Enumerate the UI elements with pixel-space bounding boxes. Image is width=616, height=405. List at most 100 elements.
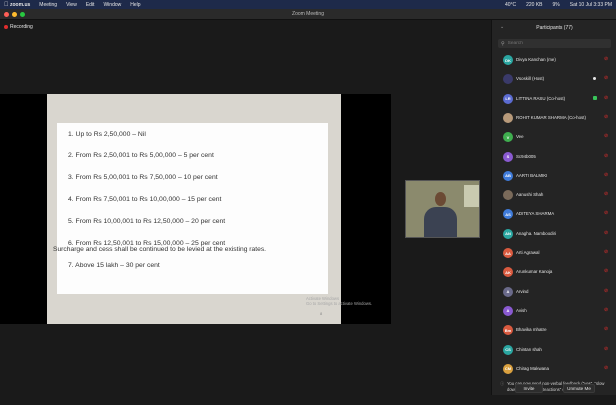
- mic-muted-icon: ⊘: [604, 94, 609, 101]
- window-title: Zoom Meeting: [292, 11, 324, 17]
- participant-avatar: CM: [503, 363, 513, 374]
- recording-indicator[interactable]: Recording: [4, 24, 33, 30]
- participants-footer: Invite Unmute Me: [491, 383, 616, 395]
- participant-row[interactable]: A Arvind ⊘: [492, 285, 616, 299]
- screen-share-view: 1. Up to Rs 2,50,000 – Nil 2. From Rs 2,…: [0, 94, 391, 324]
- video-on-icon: [593, 95, 597, 100]
- participant-name: LITTINA RASU (Co-host): [516, 95, 566, 101]
- recording-dot-icon: [4, 25, 8, 29]
- participant-row[interactable]: LR LITTINA RASU (Co-host) ⊘: [492, 92, 616, 106]
- participants-title: Participants (77): [536, 25, 573, 31]
- mic-muted-icon: ⊘: [604, 113, 609, 120]
- participant-row[interactable]: CM Chirag Makwana ⊘: [492, 362, 616, 376]
- participant-status-icons: ⊘: [604, 153, 608, 159]
- mic-muted-icon: ⊘: [604, 287, 609, 294]
- participant-row[interactable]: A Avish ⊘: [492, 304, 616, 318]
- tax-slab-5: 5. From Rs 10,00,001 to Rs 12,50,000 – 2…: [68, 218, 226, 225]
- participant-row[interactable]: S Sc94b005 ⊘: [492, 150, 616, 164]
- menu-status-area: 40°C 220 KB 9% Sat 10 Jul 3:33 PM: [495, 2, 612, 8]
- participant-status-icons: ⊘: [604, 191, 608, 197]
- participant-row[interactable]: Vsoskill (Host) ⊘: [492, 72, 616, 86]
- participant-avatar: S: [503, 151, 513, 162]
- mic-muted-icon: ⊘: [604, 345, 609, 352]
- search-icon: ⚲: [501, 40, 505, 47]
- participant-name: Divya Kanchan (me): [516, 57, 556, 62]
- mic-muted-icon: ⊘: [604, 75, 609, 82]
- participant-search[interactable]: ⚲: [498, 39, 611, 48]
- menu-edit[interactable]: Edit: [86, 2, 95, 8]
- participant-row[interactable]: AA Arti Agrawal ⊘: [492, 246, 616, 260]
- mic-muted-icon: ⊘: [604, 56, 609, 62]
- activate-windows-hint: Go to Settings to activate Windows.: [306, 301, 373, 306]
- participant-status-icons: ⊘: [604, 210, 608, 216]
- participant-row[interactable]: ROHIT KUMAR SHARMA (Co-host) ⊘: [492, 111, 616, 125]
- menu-bar:  zoom.us Meeting View Edit Window Help …: [0, 0, 616, 9]
- mic-muted-icon: ⊘: [604, 171, 609, 178]
- participant-row[interactable]: CS Chintan shah ⊘: [492, 343, 616, 357]
- slide-content: 1. Up to Rs 2,50,000 – Nil 2. From Rs 2,…: [57, 123, 328, 294]
- mic-muted-icon: ⊘: [604, 191, 609, 198]
- participant-avatar: AB: [503, 170, 513, 181]
- participant-row[interactable]: AS ADITEYA SHARMA ⊘: [492, 207, 616, 221]
- participant-name: AARTI BALMIKI: [516, 172, 548, 178]
- collapse-panel-icon[interactable]: ⌄: [500, 24, 504, 30]
- participant-name: Bhavika mhatre: [516, 327, 547, 333]
- participant-name: Arvind: [516, 288, 529, 294]
- speaker-body: [424, 207, 457, 237]
- participant-row[interactable]: DK Divya Kanchan (me) ⊘: [492, 53, 616, 67]
- participant-status-icons: ⊘: [604, 95, 608, 101]
- mic-muted-icon: ⊘: [604, 229, 609, 236]
- speaking-indicator-icon: [593, 77, 596, 81]
- tax-slab-4: 4. From Rs 7,50,001 to Rs 10,00,000 – 15…: [68, 196, 222, 203]
- participant-avatar: A: [503, 305, 513, 316]
- network-status[interactable]: 220 KB: [526, 2, 542, 8]
- video-window: [464, 185, 479, 207]
- participant-name: Arti Agrawal: [516, 250, 540, 255]
- menu-window[interactable]: Window: [103, 2, 121, 8]
- participant-name: Arunkumar Kanoja: [516, 269, 553, 275]
- participant-name: Chintan shah: [516, 346, 542, 352]
- participant-row[interactable]: Aanushi Shah ⊘: [492, 188, 616, 202]
- menu-help[interactable]: Help: [130, 2, 140, 8]
- participant-avatar: DK: [503, 55, 513, 65]
- mic-muted-icon: ⊘: [604, 210, 609, 217]
- participant-avatar: [503, 112, 513, 123]
- participant-name: Chirag Makwana: [516, 365, 549, 371]
- participant-avatar: Bm: [503, 325, 513, 336]
- invite-button[interactable]: Invite: [515, 384, 543, 393]
- slide-page-number: 8: [320, 311, 323, 316]
- menu-meeting[interactable]: Meeting: [39, 2, 57, 8]
- tax-slab-1: 1. Up to Rs 2,50,000 – Nil: [68, 131, 146, 138]
- participant-status-icons: ⊘: [604, 326, 608, 332]
- unmute-me-button[interactable]: Unmute Me: [563, 384, 595, 393]
- mic-muted-icon: ⊘: [604, 249, 609, 255]
- mic-muted-icon: ⊘: [604, 133, 609, 140]
- participant-row[interactable]: V Vee ⊘: [492, 130, 616, 144]
- speaker-video-thumbnail[interactable]: [405, 180, 480, 238]
- participant-status-icons: ⊘: [604, 365, 608, 371]
- participant-name: Anagha. Namboodiri: [516, 230, 557, 236]
- temperature-status[interactable]: 40°C: [505, 2, 516, 8]
- speaker-head: [435, 192, 446, 206]
- participant-status-icons: ⊘: [604, 133, 608, 139]
- menu-zoom-us[interactable]: zoom.us: [10, 2, 30, 8]
- participant-avatar: AK: [503, 267, 513, 278]
- participant-status-icons: ⊘: [604, 249, 608, 255]
- shared-slide: 1. Up to Rs 2,50,000 – Nil 2. From Rs 2,…: [47, 94, 372, 324]
- clock[interactable]: Sat 10 Jul 3:33 PM: [570, 2, 612, 8]
- participant-status-icons: ⊘: [604, 268, 608, 274]
- mic-muted-icon: ⊘: [604, 306, 609, 313]
- menu-view[interactable]: View: [66, 2, 77, 8]
- participant-row[interactable]: AB AARTI BALMIKI ⊘: [492, 169, 616, 183]
- mic-muted-icon: ⊘: [604, 364, 609, 371]
- mic-muted-icon: ⊘: [604, 268, 609, 275]
- participant-avatar: AS: [503, 209, 513, 220]
- participant-row[interactable]: AN Anagha. Namboodiri ⊘: [492, 227, 616, 241]
- window-title-bar: Zoom Meeting: [0, 9, 616, 20]
- battery-status[interactable]: 9%: [553, 2, 560, 8]
- participant-row[interactable]: AK Arunkumar Kanoja ⊘: [492, 265, 616, 279]
- participant-status-icons: ⊘: [604, 56, 608, 62]
- participant-row[interactable]: Bm Bhavika mhatre ⊘: [492, 323, 616, 337]
- search-input[interactable]: [507, 41, 598, 46]
- participant-avatar: V: [503, 132, 513, 143]
